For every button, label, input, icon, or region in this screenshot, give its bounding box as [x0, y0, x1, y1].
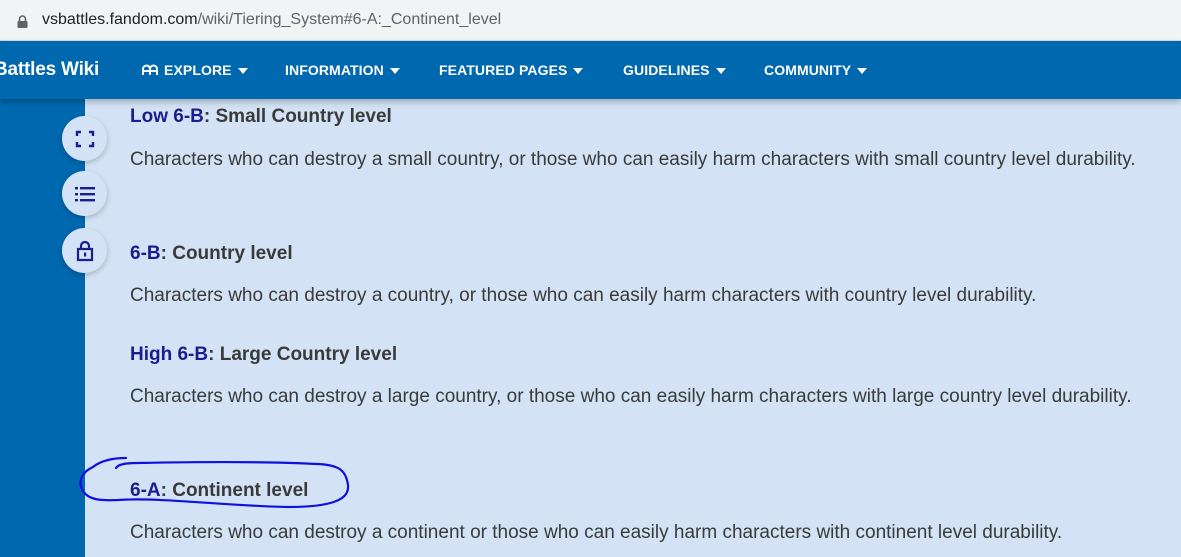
nav-information-label: INFORMATION	[285, 62, 384, 78]
chevron-down-icon	[389, 67, 400, 74]
table-of-contents-icon	[74, 186, 95, 201]
section-heading-low-6b: Low 6-B: Small Country level	[130, 106, 392, 128]
url-path: /wiki/Tiering_System#6-A:_Continent_leve…	[197, 11, 502, 28]
nav-information[interactable]: INFORMATION	[285, 62, 400, 78]
section-heading-high-6b: High 6-B: Large Country level	[130, 344, 397, 366]
nav-featured-pages-label: FEATURED PAGES	[439, 62, 568, 78]
table-of-contents-button[interactable]	[62, 171, 107, 216]
nav-explore[interactable]: EXPLORE	[142, 62, 248, 78]
expand-content-button[interactable]	[62, 116, 107, 161]
lock-icon	[76, 240, 93, 261]
section-text: Characters who can destroy a large count…	[130, 386, 1132, 407]
left-sidebar	[0, 99, 85, 557]
nav-explore-label: EXPLORE	[164, 62, 232, 78]
section-text: Characters who can destroy a continent o…	[130, 522, 1063, 543]
heading-title: : Large Country level	[208, 344, 398, 365]
wiki-name-link[interactable]: Battles Wiki	[0, 59, 99, 81]
nav-guidelines-label: GUIDELINES	[623, 62, 710, 78]
tier-link[interactable]: Low 6-B	[130, 106, 204, 127]
nav-community[interactable]: COMMUNITY	[764, 62, 868, 78]
wiki-top-navigation: Battles Wiki EXPLORE INFORMATION FEATURE…	[0, 41, 1181, 99]
browser-address-bar[interactable]: vsbattles.fandom.com/wiki/Tiering_System…	[0, 0, 1181, 41]
chevron-down-icon	[237, 67, 248, 74]
tier-link[interactable]: 6-A	[130, 480, 161, 501]
chevron-down-icon	[573, 67, 584, 74]
section-heading-6a: 6-A: Continent level	[130, 480, 308, 502]
url-text: vsbattles.fandom.com/wiki/Tiering_System…	[42, 11, 501, 29]
tier-link[interactable]: 6-B	[130, 243, 161, 264]
lock-icon	[17, 15, 28, 28]
tier-link[interactable]: High 6-B	[130, 344, 208, 365]
nav-featured-pages[interactable]: FEATURED PAGES	[439, 62, 584, 78]
explore-icon	[142, 64, 158, 75]
heading-title: : Small Country level	[203, 106, 392, 127]
protection-lock-button[interactable]	[62, 228, 107, 273]
heading-title: : Country level	[160, 243, 293, 264]
section-text: Characters who can destroy a country, or…	[130, 285, 1037, 306]
heading-title: : Continent level	[160, 480, 309, 501]
expand-icon	[75, 130, 94, 147]
nav-community-label: COMMUNITY	[764, 62, 852, 78]
section-text: Characters who can destroy a small count…	[130, 149, 1136, 170]
section-heading-6b: 6-B: Country level	[130, 243, 293, 265]
url-field[interactable]: vsbattles.fandom.com/wiki/Tiering_System…	[0, 2, 1181, 38]
nav-guidelines[interactable]: GUIDELINES	[623, 62, 726, 78]
chevron-down-icon	[715, 67, 726, 74]
url-host: vsbattles.fandom.com	[42, 11, 198, 28]
chevron-down-icon	[857, 67, 868, 74]
